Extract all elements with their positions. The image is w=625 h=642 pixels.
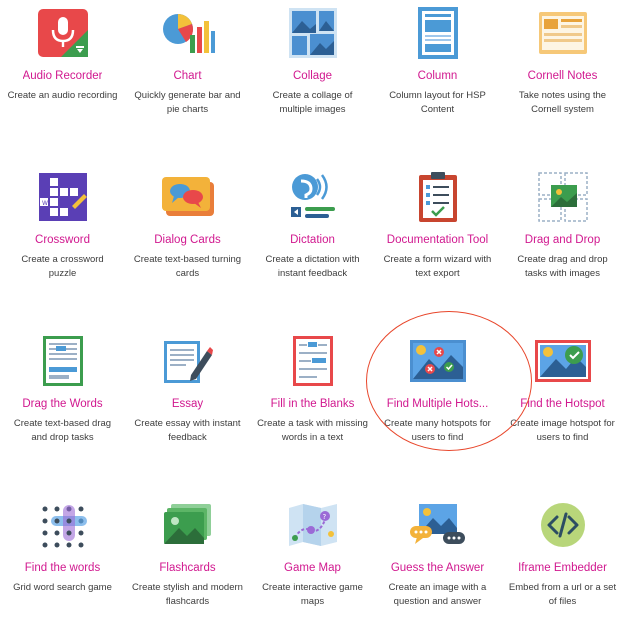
tile-title: Drag the Words xyxy=(22,398,103,410)
tile-description: Quickly generate bar and pie charts xyxy=(134,90,241,115)
tile-title: Dictation xyxy=(290,234,335,246)
clipboard-icon xyxy=(408,168,468,226)
tile-description: Create many hotspots for users to find xyxy=(384,418,491,443)
tile-description: Create a task with missing words in a te… xyxy=(257,418,368,443)
tile-game-map[interactable]: ? Game Map Create interactive game maps xyxy=(250,492,375,642)
tile-iframe-embedder[interactable]: Iframe Embedder Embed from a url or a se… xyxy=(500,492,625,642)
tile-dictation[interactable]: Dictation Create a dictation with instan… xyxy=(250,164,375,314)
essay-icon xyxy=(158,332,218,390)
tile-chart[interactable]: Chart Quickly generate bar and pie chart… xyxy=(125,0,250,150)
tile-find-multiple-hotspots[interactable]: Find Multiple Hots... Create many hotspo… xyxy=(375,328,500,478)
tile-description: Column layout for HSP Content xyxy=(389,90,486,115)
hotspot-icon xyxy=(533,332,593,390)
tile-description: Take notes using the Cornell system xyxy=(518,90,607,115)
tile-documentation-tool[interactable]: Documentation Tool Create a form wizard … xyxy=(375,164,500,314)
tile-description: Create drag and drop tasks with images xyxy=(517,254,608,279)
tile-description: Create text-based drag and drop tasks xyxy=(13,418,112,443)
notes-icon xyxy=(533,4,593,62)
tile-title: Crossword xyxy=(35,234,90,246)
game-map-icon: ? xyxy=(283,496,343,554)
tile-title: Find Multiple Hots... xyxy=(386,398,489,410)
tile-title: Audio Recorder xyxy=(22,70,103,82)
tile-essay[interactable]: Essay Create essay with instant feedback xyxy=(125,328,250,478)
drag-words-icon xyxy=(33,332,93,390)
tile-title: Collage xyxy=(293,70,332,82)
tile-cornell-notes[interactable]: Cornell Notes Take notes using the Corne… xyxy=(500,0,625,150)
tile-crossword[interactable]: W Crossword Create a crossword puzzle xyxy=(0,164,125,314)
chart-icon xyxy=(158,4,218,62)
tile-title: Iframe Embedder xyxy=(518,562,607,574)
tile-guess-the-answer[interactable]: Guess the Answer Create an image with a … xyxy=(375,492,500,642)
tile-title: Column xyxy=(417,70,458,82)
dialog-cards-icon xyxy=(158,168,218,226)
tile-find-the-hotspot[interactable]: Find the Hotspot Create image hotspot fo… xyxy=(500,328,625,478)
tile-flashcards[interactable]: Flashcards Create stylish and modern fla… xyxy=(125,492,250,642)
tile-collage[interactable]: Collage Create a collage of multiple ima… xyxy=(250,0,375,150)
multiple-hotspots-icon xyxy=(408,332,468,390)
tile-title: Fill in the Blanks xyxy=(270,398,355,410)
tile-description: Create essay with instant feedback xyxy=(134,418,241,443)
dictation-icon xyxy=(283,168,343,226)
tile-dialog-cards[interactable]: Dialog Cards Create text-based turning c… xyxy=(125,164,250,314)
collage-icon xyxy=(283,4,343,62)
tile-title: Game Map xyxy=(284,562,341,574)
tile-title: Flashcards xyxy=(159,562,216,574)
drag-drop-icon xyxy=(533,168,593,226)
tile-title: Documentation Tool xyxy=(386,234,489,246)
tile-description: Create text-based turning cards xyxy=(133,254,242,279)
microphone-icon xyxy=(33,4,93,62)
svg-text:?: ? xyxy=(322,513,326,521)
tile-description: Create image hotspot for users to find xyxy=(510,418,615,443)
flashcards-icon xyxy=(158,496,218,554)
tile-description: Create a collage of multiple images xyxy=(272,90,353,115)
tile-title: Essay xyxy=(171,398,204,410)
column-icon xyxy=(408,4,468,62)
tile-column[interactable]: Column Column layout for HSP Content xyxy=(375,0,500,150)
tile-title: Find the words xyxy=(24,562,101,574)
tile-description: Create a form wizard with text export xyxy=(383,254,492,279)
tile-title: Chart xyxy=(173,70,202,82)
tile-description: Create a crossword puzzle xyxy=(21,254,104,279)
tile-drag-and-drop[interactable]: Drag and Drop Create drag and drop tasks… xyxy=(500,164,625,314)
tile-drag-the-words[interactable]: Drag the Words Create text-based drag an… xyxy=(0,328,125,478)
tile-find-the-words[interactable]: Find the words Grid word search game xyxy=(0,492,125,642)
tile-title: Drag and Drop xyxy=(524,234,601,246)
tile-title: Dialog Cards xyxy=(154,234,221,246)
tile-title: Guess the Answer xyxy=(390,562,485,574)
tile-description: Create an audio recording xyxy=(7,90,118,101)
code-embed-icon xyxy=(533,496,593,554)
tile-description: Grid word search game xyxy=(13,582,112,593)
content-type-grid: Audio Recorder Create an audio recording… xyxy=(0,0,625,607)
tile-title: Find the Hotspot xyxy=(520,398,605,410)
word-search-icon xyxy=(33,496,93,554)
tile-fill-in-the-blanks[interactable]: Fill in the Blanks Create a task with mi… xyxy=(250,328,375,478)
svg-text:W: W xyxy=(42,200,48,207)
tile-title: Cornell Notes xyxy=(527,70,598,82)
fill-blanks-icon xyxy=(283,332,343,390)
tile-audio-recorder[interactable]: Audio Recorder Create an audio recording xyxy=(0,0,125,150)
guess-answer-icon xyxy=(408,496,468,554)
tile-description: Create a dictation with instant feedback xyxy=(265,254,360,279)
crossword-icon: W xyxy=(33,168,93,226)
